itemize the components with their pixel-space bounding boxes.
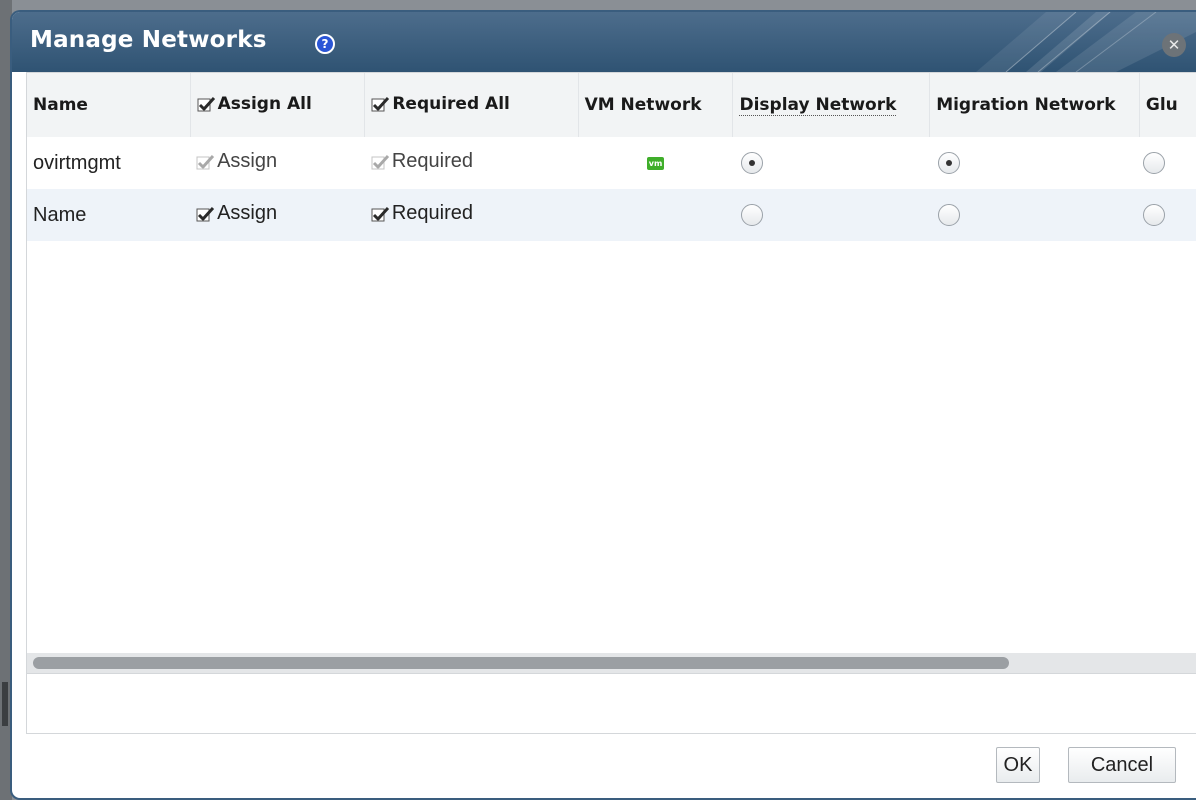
migration-network-radio[interactable] bbox=[937, 204, 960, 227]
cell-assign: Assign bbox=[190, 137, 365, 189]
required-label: Required bbox=[391, 150, 473, 173]
cancel-button[interactable]: Cancel bbox=[1068, 747, 1176, 783]
display-network-radio[interactable] bbox=[740, 152, 763, 175]
required-label: Required bbox=[391, 202, 473, 225]
vm-network-icon: vm bbox=[647, 156, 665, 170]
cell-partial bbox=[1139, 189, 1196, 241]
scrollbar-thumb[interactable] bbox=[33, 657, 1009, 669]
partial-column-radio[interactable] bbox=[1143, 152, 1166, 175]
cell-name: ovirtmgmt bbox=[27, 137, 191, 189]
column-header-assign-all[interactable]: Assign All bbox=[190, 73, 366, 137]
check-icon bbox=[371, 206, 390, 222]
cell-vm-network bbox=[578, 189, 733, 241]
column-header-partial[interactable]: Glu bbox=[1139, 73, 1196, 137]
column-header-required-all[interactable]: Required All bbox=[364, 73, 579, 137]
assign-label: Assign bbox=[217, 202, 278, 225]
display-network-label: Display Network bbox=[739, 95, 897, 116]
column-header-name[interactable]: Name bbox=[27, 73, 191, 137]
assign-all-checkbox[interactable]: Assign All bbox=[197, 94, 312, 114]
assign-checkbox[interactable]: Assign bbox=[196, 150, 277, 173]
column-header-migration-network[interactable]: Migration Network bbox=[929, 73, 1140, 137]
required-checkbox[interactable]: Required bbox=[371, 150, 473, 173]
partial-column-label: Glu bbox=[1145, 95, 1178, 115]
check-icon bbox=[196, 154, 215, 170]
cell-vm-network: vm bbox=[578, 137, 733, 189]
partial-column-radio[interactable] bbox=[1143, 204, 1166, 227]
assign-label: Assign bbox=[217, 150, 278, 173]
ok-button[interactable]: OK bbox=[996, 747, 1040, 783]
table-row[interactable]: ovirtmgmt Assign Required vm bbox=[27, 137, 1196, 189]
column-header-display-network[interactable]: Display Network bbox=[732, 73, 931, 137]
check-icon bbox=[371, 154, 390, 170]
column-header-vm-network[interactable]: VM Network bbox=[578, 73, 734, 137]
migration-network-label: Migration Network bbox=[936, 95, 1116, 115]
assign-all-label: Assign All bbox=[217, 93, 312, 114]
cell-migration-network bbox=[929, 189, 1140, 241]
dialog-title: Manage Networks bbox=[30, 27, 267, 53]
networks-grid: Name Assign All Required All VM Network … bbox=[26, 72, 1196, 734]
table-header-row: Name Assign All Required All VM Network … bbox=[27, 73, 1196, 137]
table-row[interactable]: Name Assign Required bbox=[27, 189, 1196, 241]
cell-partial bbox=[1139, 137, 1196, 189]
cell-required: Required bbox=[364, 137, 579, 189]
grid-footer-area bbox=[27, 673, 1196, 733]
column-header-name-label: Name bbox=[33, 95, 88, 115]
help-icon[interactable]: ? bbox=[315, 34, 335, 54]
required-checkbox[interactable]: Required bbox=[371, 202, 473, 225]
manage-networks-dialog: Manage Networks ? ✕ Name Assign All Requ… bbox=[10, 10, 1196, 800]
check-icon bbox=[196, 206, 215, 222]
check-icon bbox=[371, 96, 390, 112]
header-decoration bbox=[976, 12, 1196, 72]
required-all-label: Required All bbox=[392, 93, 510, 114]
vm-network-label: VM Network bbox=[584, 95, 702, 115]
display-network-radio[interactable] bbox=[740, 204, 763, 227]
dialog-header: Manage Networks ? ✕ bbox=[12, 12, 1196, 72]
networks-table: Name Assign All Required All VM Network … bbox=[27, 73, 1196, 241]
check-icon bbox=[197, 96, 216, 112]
cell-migration-network bbox=[929, 137, 1140, 189]
cell-display-network bbox=[732, 137, 930, 189]
horizontal-scrollbar[interactable] bbox=[27, 653, 1196, 673]
migration-network-radio[interactable] bbox=[937, 152, 960, 175]
cell-required: Required bbox=[364, 189, 579, 241]
required-all-checkbox[interactable]: Required All bbox=[371, 94, 510, 114]
close-icon[interactable]: ✕ bbox=[1162, 33, 1186, 57]
cell-display-network bbox=[732, 189, 930, 241]
cell-name: Name bbox=[27, 189, 191, 241]
cell-assign: Assign bbox=[190, 189, 365, 241]
assign-checkbox[interactable]: Assign bbox=[196, 202, 277, 225]
